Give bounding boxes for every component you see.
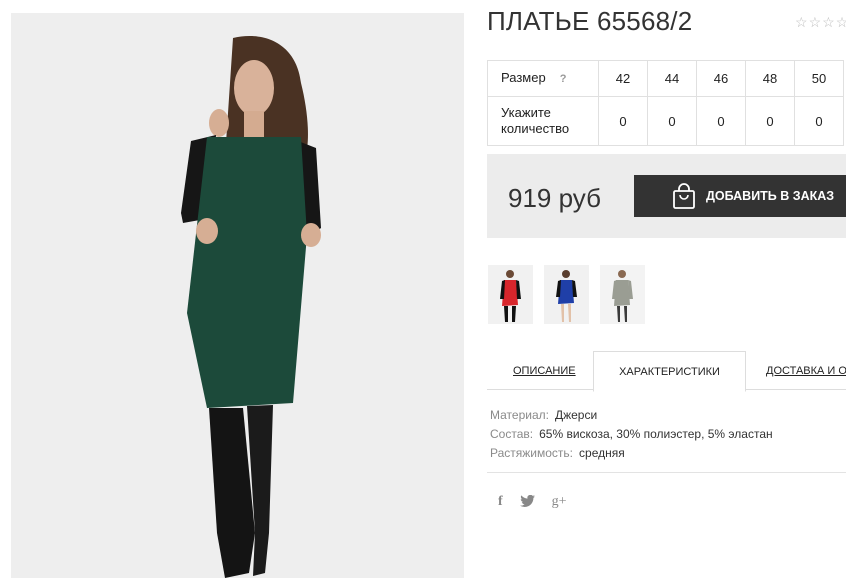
- thumbnail-grey-dress[interactable]: [600, 265, 645, 324]
- add-to-order-button[interactable]: ДОБАВИТЬ В ЗАКАЗ: [634, 175, 846, 217]
- quantity-input-50[interactable]: 0: [794, 96, 844, 146]
- star-icon[interactable]: ☆: [809, 15, 822, 29]
- product-title: ПЛАТЬЕ 65568/2: [487, 6, 693, 36]
- size-cell-44: 44: [647, 60, 697, 97]
- thumbnail-red-dress[interactable]: [488, 265, 533, 324]
- quantity-input-48[interactable]: 0: [745, 96, 795, 146]
- size-cell-42: 42: [598, 60, 648, 97]
- size-cell-46: 46: [696, 60, 746, 97]
- quantity-input-42[interactable]: 0: [598, 96, 648, 146]
- add-to-order-label: ДОБАВИТЬ В ЗАКАЗ: [706, 189, 835, 203]
- spec-value: средняя: [579, 446, 625, 460]
- quantity-input-44[interactable]: 0: [647, 96, 697, 146]
- quantity-input-46[interactable]: 0: [696, 96, 746, 146]
- specs-divider: [487, 472, 846, 473]
- spec-key: Материал:: [490, 408, 549, 422]
- quantity-row: Укажите количество 0 0 0 0 0: [487, 96, 844, 146]
- spec-key: Состав:: [490, 427, 534, 441]
- quantity-label-line1: Укажите: [501, 105, 551, 120]
- quantity-label-cell: Укажите количество: [487, 96, 599, 146]
- model-in-dress-image: [181, 35, 321, 578]
- thumbnail-blue-dress[interactable]: [544, 265, 589, 324]
- tab-characteristics[interactable]: ХАРАКТЕРИСТИКИ: [593, 351, 746, 392]
- google-plus-icon[interactable]: g+: [552, 494, 567, 510]
- size-cell-48: 48: [745, 60, 795, 97]
- tab-description[interactable]: ОПИСАНИЕ: [513, 351, 576, 389]
- spec-key: Растяжимость:: [490, 446, 574, 460]
- spec-row: Состав: 65% вискоза, 30% полиэстер, 5% эл…: [490, 425, 773, 444]
- spec-value: 65% вискоза, 30% полиэстер, 5% эластан: [539, 427, 773, 441]
- spec-value: Джерси: [554, 408, 598, 422]
- size-quantity-table: Размер? 42 44 46 48 50 Укажите количеств…: [487, 60, 844, 146]
- star-icon[interactable]: ☆: [795, 15, 808, 29]
- size-help-icon[interactable]: ?: [560, 71, 567, 87]
- spec-row: Растяжимость: средняя: [490, 444, 773, 463]
- social-share: f g+: [498, 494, 567, 510]
- size-cell-50: 50: [794, 60, 844, 97]
- star-icon[interactable]: ☆: [822, 15, 835, 29]
- size-label: Размер: [501, 70, 546, 85]
- shopping-bag-icon: [672, 182, 696, 210]
- size-row: Размер? 42 44 46 48 50: [487, 60, 844, 97]
- tab-delivery[interactable]: ДОСТАВКА И ОПЛАТА: [766, 351, 846, 389]
- size-label-cell: Размер?: [487, 60, 599, 97]
- product-main-photo[interactable]: [11, 13, 464, 578]
- facebook-icon[interactable]: f: [498, 494, 503, 510]
- twitter-icon[interactable]: [519, 494, 535, 510]
- star-icon[interactable]: ☆: [836, 15, 846, 29]
- quantity-label-line2: количество: [501, 121, 570, 136]
- characteristics-list: Материал: Джерси Состав: 65% вискоза, 30% …: [490, 406, 773, 463]
- rating-stars[interactable]: ☆ ☆ ☆ ☆: [795, 15, 846, 29]
- spec-row: Материал: Джерси: [490, 406, 773, 425]
- product-price: 919 руб: [508, 183, 601, 213]
- price-box: 919 руб ДОБАВИТЬ В ЗАКАЗ: [487, 154, 846, 238]
